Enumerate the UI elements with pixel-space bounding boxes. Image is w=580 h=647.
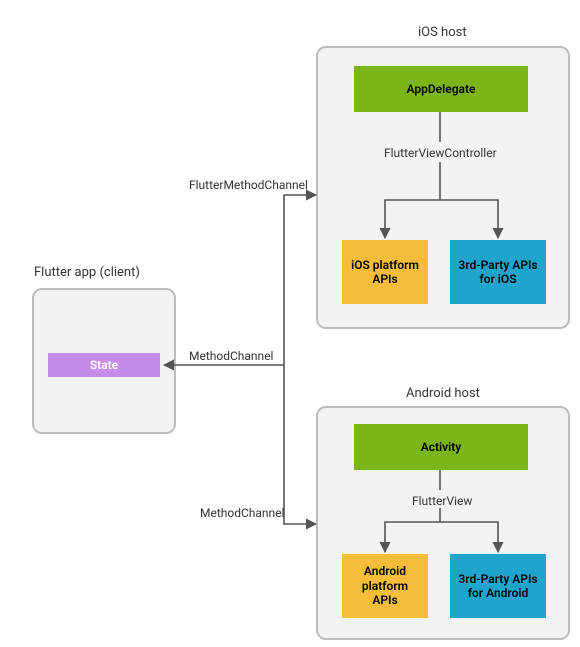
android-activity-node: Activity bbox=[354, 424, 528, 470]
ios-platform-apis-node: iOS platform APIs bbox=[342, 240, 428, 304]
edge-label-flutter-method-channel: FlutterMethodChannel bbox=[189, 178, 308, 192]
android-panel-title: Android host bbox=[406, 386, 480, 401]
android-activity-label: Activity bbox=[421, 440, 462, 454]
ios-platform-apis-label: iOS platform APIs bbox=[348, 258, 422, 287]
ios-appdelegate-node: AppDelegate bbox=[354, 66, 528, 112]
android-third-party-label: 3rd-Party APIs for Android bbox=[456, 572, 540, 601]
android-third-party-node: 3rd-Party APIs for Android bbox=[450, 554, 546, 618]
ios-third-party-node: 3rd-Party APIs for iOS bbox=[450, 240, 546, 304]
android-flutterview-label: FlutterView bbox=[412, 494, 472, 508]
state-node: State bbox=[48, 353, 160, 377]
ios-panel-title: iOS host bbox=[418, 25, 467, 40]
ios-flutterviewcontroller-label: FlutterViewController bbox=[384, 146, 497, 160]
android-platform-apis-node: Android platform APIs bbox=[342, 554, 428, 618]
edge-label-method-channel-client: MethodChannel bbox=[189, 349, 273, 363]
ios-third-party-label: 3rd-Party APIs for iOS bbox=[456, 258, 540, 287]
android-platform-apis-label: Android platform APIs bbox=[348, 564, 422, 607]
edge-label-method-channel-android: MethodChannel bbox=[200, 506, 284, 520]
client-panel-title: Flutter app (client) bbox=[34, 265, 140, 280]
state-node-label: State bbox=[90, 358, 118, 372]
ios-appdelegate-label: AppDelegate bbox=[407, 82, 476, 96]
